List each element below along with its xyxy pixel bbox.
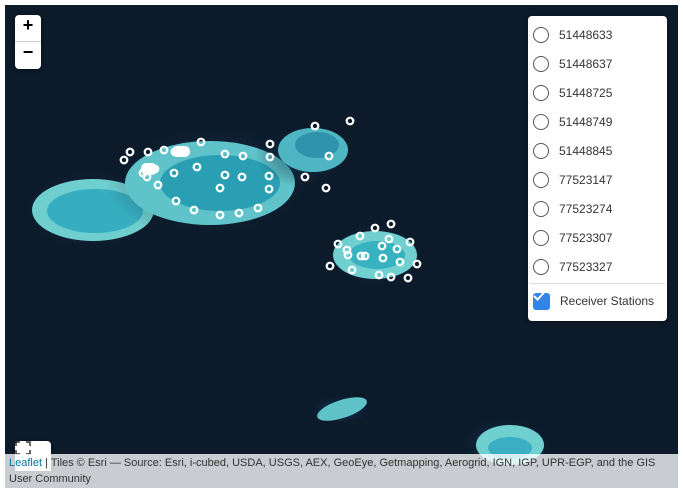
layer-option[interactable]: 77523147 — [533, 169, 612, 191]
radio-button[interactable] — [533, 230, 549, 246]
zoom-out-button[interactable]: − — [15, 41, 41, 68]
layer-option[interactable]: 51448845 — [533, 140, 612, 162]
radio-button[interactable] — [533, 172, 549, 188]
layer-label: 51448633 — [559, 28, 613, 42]
layers-separator — [530, 283, 665, 284]
radio-button[interactable] — [533, 201, 549, 217]
attribution-separator: | — [42, 457, 51, 469]
layer-label: 77523147 — [559, 173, 613, 187]
radio-button[interactable] — [533, 85, 549, 101]
attribution-bar: Leaflet | Tiles © Esri — Source: Esri, i… — [5, 454, 678, 488]
layer-label: 77523327 — [559, 260, 613, 274]
overlay-label: Receiver Stations — [560, 294, 655, 308]
zoom-control: + − — [15, 15, 41, 69]
checkmark-icon — [533, 291, 545, 301]
overlay-option[interactable]: Receiver Stations — [533, 291, 654, 311]
layer-option[interactable]: 51448725 — [533, 82, 612, 104]
radio-button[interactable] — [533, 143, 549, 159]
radio-button[interactable] — [533, 27, 549, 43]
layer-option[interactable]: 51448633 — [533, 24, 612, 46]
map-view[interactable]: + − 51448633 51448637 51448725 51448749 … — [5, 5, 678, 488]
station-marker-cluster[interactable] — [141, 163, 157, 175]
radio-button[interactable] — [533, 259, 549, 275]
layer-label: 77523307 — [559, 231, 613, 245]
checkbox[interactable] — [533, 291, 550, 310]
layer-label: 51448637 — [559, 57, 613, 71]
layer-label: 51448749 — [559, 115, 613, 129]
attribution-text: Tiles © Esri — Source: Esri, i-cubed, US… — [9, 457, 656, 485]
layer-label: 51448725 — [559, 86, 613, 100]
layer-option[interactable]: 77523327 — [533, 256, 612, 278]
radio-button[interactable] — [533, 114, 549, 130]
layer-label: 51448845 — [559, 144, 613, 158]
station-marker-cluster[interactable] — [172, 146, 190, 157]
zoom-in-button[interactable]: + — [15, 15, 41, 41]
layer-option[interactable]: 51448637 — [533, 53, 612, 75]
leaflet-link[interactable]: Leaflet — [9, 457, 42, 469]
layers-control: 51448633 51448637 51448725 51448749 5144… — [528, 16, 667, 321]
layer-option[interactable]: 51448749 — [533, 111, 612, 133]
radio-button[interactable] — [533, 56, 549, 72]
layer-option[interactable]: 77523307 — [533, 227, 612, 249]
layer-label: 77523274 — [559, 202, 613, 216]
fullscreen-icon — [15, 441, 31, 455]
layer-option[interactable]: 77523274 — [533, 198, 612, 220]
